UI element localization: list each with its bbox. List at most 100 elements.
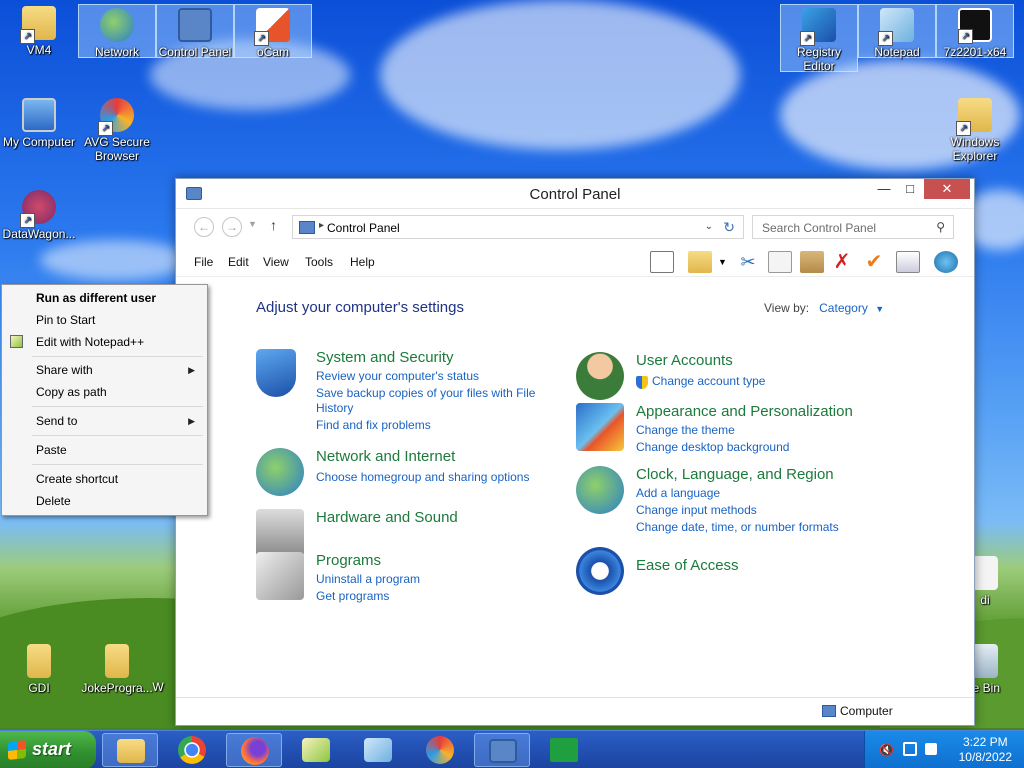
menu-item-share-with[interactable]: Share with (36, 363, 93, 377)
desktop-icon-gdi[interactable]: GDI (0, 644, 78, 695)
taskbar-file-explorer[interactable] (102, 733, 158, 767)
category-link[interactable]: Add a language (636, 486, 720, 500)
desktop-icon-registry-editor[interactable]: Registry Editor (780, 4, 858, 73)
delete-icon[interactable]: ✗ (830, 251, 854, 273)
menu-item-create-shortcut[interactable]: Create shortcut (36, 472, 118, 486)
category-link[interactable]: Change input methods (636, 503, 757, 517)
menu-help[interactable]: Help (350, 255, 375, 269)
category-title[interactable]: Appearance and Personalization (636, 403, 853, 420)
category-title[interactable]: User Accounts (636, 352, 733, 369)
desktop-icon-control-panel[interactable]: Control Panel (156, 4, 234, 59)
menu-tools[interactable]: Tools (305, 255, 333, 269)
address-bar[interactable]: ▸ Control Panel ⌄ ↻ (292, 215, 744, 239)
menu-item-delete[interactable]: Delete (36, 494, 71, 508)
category-link[interactable]: Find and fix problems (316, 418, 431, 432)
up-button[interactable]: ↑ (270, 217, 277, 233)
desktop-icon-avg-browser[interactable]: AVG Secure Browser (78, 98, 156, 163)
taskbar-control-panel[interactable] (474, 733, 530, 767)
desktop-icon-ocam[interactable]: oCam (234, 4, 312, 59)
category-link[interactable]: Change the theme (636, 423, 735, 437)
category-link[interactable]: Review your computer's status (316, 369, 479, 383)
start-button[interactable]: start (0, 731, 96, 768)
view-by-dropdown[interactable]: Category (819, 301, 868, 315)
category-link[interactable]: Get programs (316, 589, 389, 603)
recent-locations-button[interactable]: ▼ (248, 219, 257, 229)
folder-icon (20, 6, 56, 44)
menu-item-edit-with-notepad-plus-plus[interactable]: Edit with Notepad++ (36, 335, 144, 349)
category-link[interactable]: Uninstall a program (316, 572, 420, 586)
preview-pane-icon[interactable] (650, 251, 674, 273)
desktop-icon-my-computer[interactable]: My Computer (0, 98, 78, 149)
taskbar-notepad-plus-plus[interactable] (288, 733, 344, 767)
taskbar-store[interactable] (536, 733, 592, 767)
desktop-icon-windows-explorer[interactable]: Windows Explorer (936, 98, 1014, 163)
control-panel-window[interactable]: Control Panel — □ ✕ ← → ▼ ↑ ▸ Control Pa… (175, 178, 975, 726)
desktop-icon-label: W (152, 680, 164, 694)
users-icon (576, 352, 624, 400)
properties-check-icon[interactable]: ✔ (862, 251, 886, 273)
maximize-button[interactable]: □ (896, 179, 924, 199)
category-link[interactable]: History (316, 401, 353, 415)
rename-icon[interactable] (896, 251, 920, 273)
clock[interactable]: 3:22 PM 10/8/2022 (959, 735, 1012, 765)
category-title[interactable]: Ease of Access (636, 557, 739, 574)
menu-view[interactable]: View (263, 255, 289, 269)
desktop-icon-datawagon[interactable]: DataWagon... (0, 190, 78, 241)
taskbar-chrome[interactable] (164, 733, 220, 767)
taskbar-firefox[interactable] (226, 733, 282, 767)
breadcrumb[interactable]: Control Panel (327, 221, 400, 235)
menu-separator (32, 464, 203, 465)
volume-muted-icon[interactable]: 🔇 (879, 743, 894, 757)
menu-item-pin-to-start[interactable]: Pin to Start (36, 313, 95, 327)
desktop-icon-label: Registry Editor (796, 45, 841, 73)
back-button[interactable]: ← (194, 217, 214, 237)
minimize-button[interactable]: — (870, 179, 898, 199)
menu-edit[interactable]: Edit (228, 255, 249, 269)
action-center-icon[interactable] (925, 743, 937, 755)
network-icon[interactable] (903, 742, 917, 756)
category-title[interactable]: Network and Internet (316, 448, 455, 465)
folder-options-icon[interactable] (688, 251, 712, 273)
menu-item-send-to[interactable]: Send to (36, 414, 77, 428)
category-link[interactable]: Change desktop background (636, 440, 789, 454)
folder-options-dropdown-icon[interactable]: ▼ (718, 257, 727, 267)
menu-item-run-as-different-user[interactable]: Run as different user (36, 291, 156, 305)
category-title[interactable]: Programs (316, 552, 381, 569)
search-input[interactable]: Search Control Panel ⚲ (752, 215, 954, 239)
computer-icon (822, 705, 836, 717)
desktop-icon-label: Notepad (874, 45, 920, 59)
menu-separator (32, 356, 203, 357)
desktop-icon-notepad[interactable]: Notepad (858, 4, 936, 59)
category-title[interactable]: Hardware and Sound (316, 509, 458, 526)
firefox-icon (241, 737, 269, 765)
taskbar-notepad[interactable] (350, 733, 406, 767)
refresh-button[interactable]: ↻ (723, 219, 735, 236)
category-link[interactable]: Choose homegroup and sharing options (316, 470, 529, 484)
paste-icon[interactable] (800, 251, 824, 273)
menu-item-copy-as-path[interactable]: Copy as path (36, 385, 107, 399)
category-title[interactable]: System and Security (316, 349, 454, 366)
address-dropdown-button[interactable]: ⌄ (705, 221, 713, 232)
menu-item-paste[interactable]: Paste (36, 443, 67, 457)
internet-options-icon[interactable] (934, 251, 958, 273)
category-link[interactable]: Change date, time, or number formats (636, 520, 839, 534)
forward-button[interactable]: → (222, 217, 242, 237)
chevron-down-icon: ▼ (875, 304, 885, 314)
desktop-icon-label: 7z2201-x64 (943, 45, 1007, 59)
desktop-icon-7zip[interactable]: 7z2201-x64 (936, 4, 1014, 59)
title-bar[interactable]: Control Panel — □ ✕ (176, 179, 974, 209)
category-link[interactable]: Save backup copies of your files with Fi… (316, 386, 535, 400)
recycle-bin-icon (972, 644, 998, 678)
desktop-icon-vm4[interactable]: VM4 (0, 6, 78, 57)
menu-file[interactable]: File (194, 255, 213, 269)
cut-icon[interactable]: ✂ (736, 251, 760, 273)
close-button[interactable]: ✕ (924, 179, 970, 199)
copy-icon[interactable] (768, 251, 792, 273)
desktop-icon-w[interactable]: W (138, 680, 178, 694)
desktop-icon-network[interactable]: Network (78, 4, 156, 59)
desktop-icon-label: oCam (256, 45, 289, 59)
category-link[interactable]: Change account type (652, 374, 765, 388)
category-title[interactable]: Clock, Language, and Region (636, 466, 834, 483)
7zip-icon (958, 8, 992, 44)
taskbar-avg-browser[interactable] (412, 733, 468, 767)
